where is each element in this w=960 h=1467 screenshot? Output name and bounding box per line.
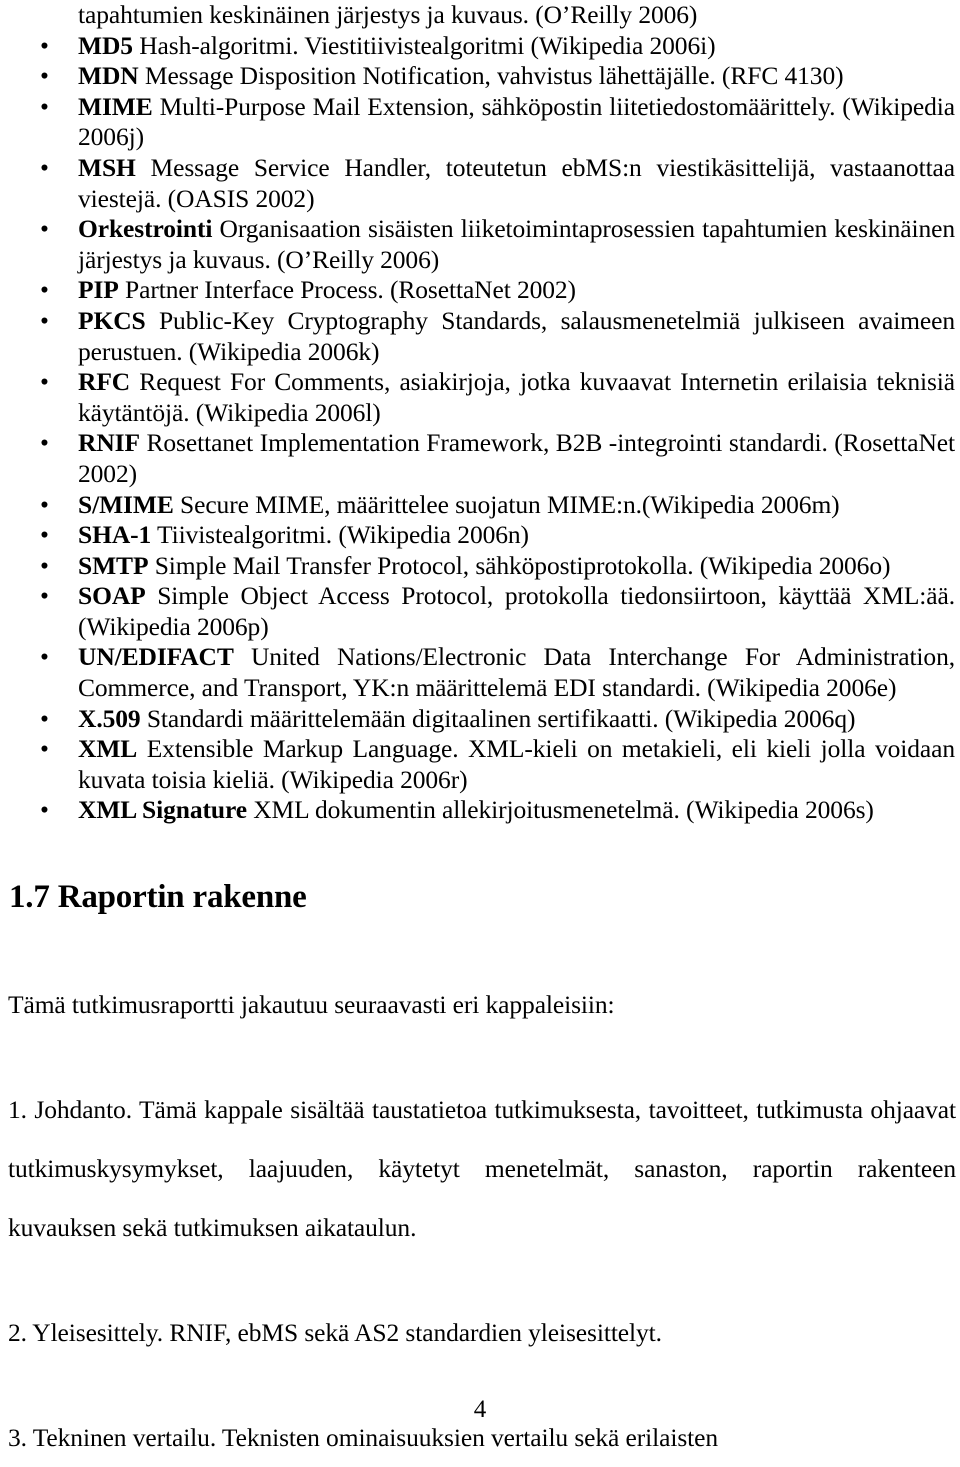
chapter-paragraph-1: 1. Johdanto. Tämä kappale sisältää taust… bbox=[8, 1095, 956, 1242]
glossary-term: Orkestrointi bbox=[78, 214, 213, 244]
glossary-term: SMTP bbox=[78, 550, 149, 580]
list-item: • MDN Message Disposition Notification, v… bbox=[0, 61, 960, 92]
glossary-definition: Extensible Markup Language. XML-kieli on… bbox=[78, 734, 955, 794]
bullet-icon: • bbox=[40, 30, 49, 60]
glossary-term: SOAP bbox=[78, 581, 146, 611]
glossary-term: UN/EDIFACT bbox=[78, 642, 234, 672]
bullet-icon: • bbox=[40, 428, 49, 458]
glossary-definition: Secure MIME, määrittelee suojatun MIME:n… bbox=[173, 489, 840, 519]
list-item: • S/MIME Secure MIME, määrittelee suojatu… bbox=[0, 490, 960, 521]
list-item: • PIP Partner Interface Process. (Rosetta… bbox=[0, 275, 960, 306]
glossary-definition: Public-Key Cryptography Standards, salau… bbox=[78, 305, 955, 366]
glossary-definition: Request For Comments, asiakirjoja, jotka… bbox=[78, 367, 955, 427]
bullet-icon: • bbox=[40, 214, 49, 244]
glossary-term: X.509 bbox=[78, 703, 141, 733]
bullet-icon: • bbox=[40, 550, 49, 580]
list-item: • Orkestrointi Organisaation sisäisten li… bbox=[0, 214, 960, 275]
bullet-icon: • bbox=[40, 520, 49, 550]
section-heading: 1.7 Raportin rakenne bbox=[9, 879, 307, 915]
chapter-paragraph-2: 2. Yleisesittely. RNIF, ebMS sekä AS2 st… bbox=[8, 1318, 662, 1347]
glossary-definition: Rosettanet Implementation Framework, B2B… bbox=[78, 428, 955, 488]
list-item: • XML Signature XML dokumentin allekirjoi… bbox=[0, 795, 960, 826]
glossary-term: PKCS bbox=[78, 305, 146, 335]
glossary-list: • MD5 Hash-algoritmi. Viestitiivistealgor… bbox=[0, 31, 960, 826]
list-item: • MSH Message Service Handler, toteutetun… bbox=[0, 153, 960, 214]
list-item: • SMTP Simple Mail Transfer Protocol, säh… bbox=[0, 551, 960, 582]
bullet-icon: • bbox=[40, 305, 49, 335]
glossary-definition: Simple Object Access Protocol, protokoll… bbox=[78, 581, 955, 641]
list-item: • MD5 Hash-algoritmi. Viestitiivistealgor… bbox=[0, 31, 960, 62]
bullet-icon: • bbox=[40, 703, 49, 733]
glossary-term: PIP bbox=[78, 275, 119, 305]
bullet-icon: • bbox=[40, 734, 49, 764]
glossary-term: MDN bbox=[78, 61, 139, 91]
bullet-icon: • bbox=[40, 275, 49, 305]
glossary-definition: XML dokumentin allekirjoitusmenetelmä. (… bbox=[246, 795, 874, 825]
glossary-term: RNIF bbox=[78, 428, 140, 458]
glossary-term: S/MIME bbox=[78, 489, 174, 519]
glossary-definition: Tiivistealgoritmi. (Wikipedia 2006n) bbox=[151, 520, 529, 550]
list-item: • PKCS Public-Key Cryptography Standards,… bbox=[0, 306, 960, 367]
glossary-term: RFC bbox=[78, 367, 131, 397]
page-number: 4 bbox=[473, 1396, 487, 1423]
glossary-definition: Multi-Purpose Mail Extension, sähköposti… bbox=[78, 91, 955, 152]
glossary-term: MSH bbox=[78, 152, 136, 182]
list-item: • RFC Request For Comments, asiakirjoja, … bbox=[0, 367, 960, 428]
glossary-term: SHA-1 bbox=[78, 520, 152, 550]
intro-paragraph: Tämä tutkimusraportti jakautuu seuraavas… bbox=[8, 990, 615, 1019]
bullet-icon: • bbox=[40, 642, 49, 672]
bullet-icon: • bbox=[40, 91, 49, 121]
glossary-term: XML bbox=[78, 734, 138, 764]
list-item: • SOAP Simple Object Access Protocol, pro… bbox=[0, 581, 960, 642]
list-item: • MIME Multi-Purpose Mail Extension, sähk… bbox=[0, 92, 960, 153]
glossary-continuation-line: tapahtumien keskinäinen järjestys ja kuv… bbox=[78, 0, 698, 29]
glossary-section: tapahtumien keskinäinen järjestys ja kuv… bbox=[0, 0, 960, 826]
glossary-definition: Hash-algoritmi. Viestitiivistealgoritmi … bbox=[132, 30, 716, 60]
report-structure-body: Tämä tutkimusraportti jakautuu seuraavas… bbox=[8, 975, 956, 1467]
glossary-definition: Message Service Handler, toteutetun ebMS… bbox=[78, 152, 955, 213]
glossary-definition: Standardi määrittelemään digitaalinen se… bbox=[140, 703, 856, 733]
glossary-term: MIME bbox=[78, 91, 153, 121]
list-item: • XML Extensible Markup Language. XML-kie… bbox=[0, 734, 960, 795]
glossary-definition: Simple Mail Transfer Protocol, sähköpost… bbox=[148, 550, 891, 580]
bullet-icon: • bbox=[40, 61, 49, 91]
bullet-icon: • bbox=[40, 581, 49, 611]
bullet-icon: • bbox=[40, 152, 49, 182]
list-item: • SHA-1 Tiivistealgoritmi. (Wikipedia 200… bbox=[0, 520, 960, 551]
bullet-icon: • bbox=[40, 795, 49, 825]
bullet-icon: • bbox=[40, 489, 49, 519]
bullet-icon: • bbox=[40, 367, 49, 397]
glossary-term: MD5 bbox=[78, 30, 133, 60]
glossary-definition: Message Disposition Notification, vahvis… bbox=[138, 61, 844, 91]
glossary-term: XML Signature bbox=[78, 795, 247, 825]
list-item: • X.509 Standardi määrittelemään digitaal… bbox=[0, 704, 960, 735]
list-item: • RNIF Rosettanet Implementation Framewor… bbox=[0, 428, 960, 489]
list-item: • UN/EDIFACT United Nations/Electronic Da… bbox=[0, 642, 960, 703]
glossary-definition: Partner Interface Process. (RosettaNet 2… bbox=[118, 275, 576, 305]
document-page: tapahtumien keskinäinen järjestys ja kuv… bbox=[0, 0, 960, 1452]
